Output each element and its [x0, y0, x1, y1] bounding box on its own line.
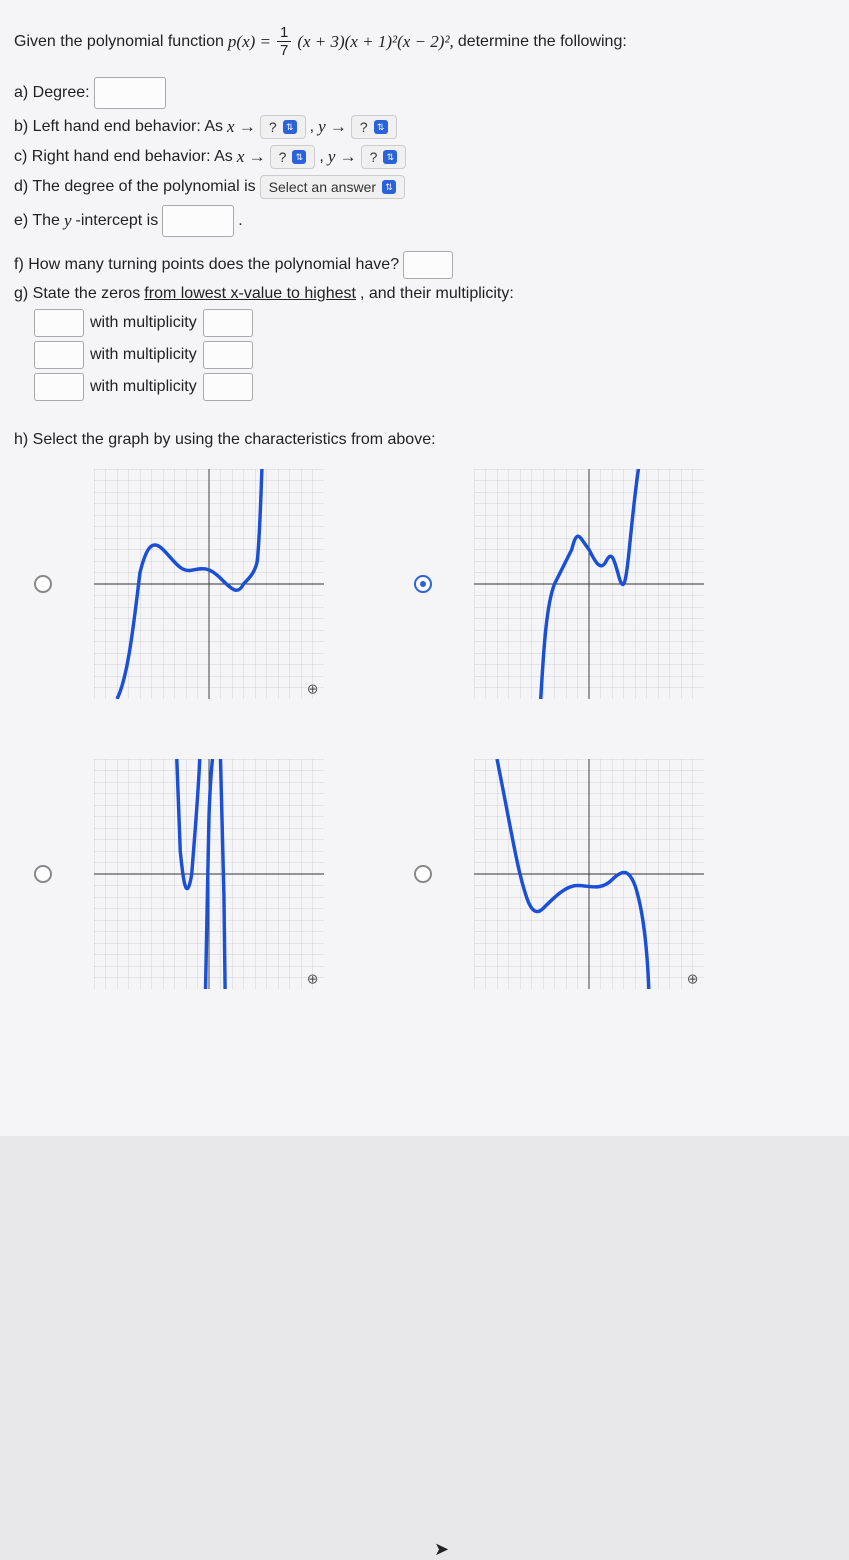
- degree-input[interactable]: [94, 77, 166, 109]
- graph-option-1[interactable]: ⊕: [34, 469, 354, 699]
- chevron-updown-icon: ⇅: [292, 150, 306, 164]
- mult-2-input[interactable]: [203, 341, 253, 369]
- svg-text:⊕: ⊕: [307, 681, 319, 696]
- c-x-select[interactable]: ? ⇅: [270, 145, 316, 169]
- chevron-updown-icon: ⇅: [383, 150, 397, 164]
- zero-row-3: with multiplicity: [34, 373, 835, 401]
- part-e: e) The y -intercept is .: [14, 205, 835, 237]
- part-d: d) The degree of the polynomial is Selec…: [14, 175, 835, 199]
- y-intercept-input[interactable]: [162, 205, 234, 237]
- radio-1[interactable]: [34, 575, 52, 593]
- chevron-updown-icon: ⇅: [382, 180, 396, 194]
- fraction: 1 7: [277, 24, 291, 59]
- part-f: f) How many turning points does the poly…: [14, 251, 835, 279]
- zero-1-input[interactable]: [34, 309, 84, 337]
- mult-1-input[interactable]: [203, 309, 253, 337]
- c-y-select[interactable]: ? ⇅: [361, 145, 407, 169]
- graph-1: ⊕: [64, 469, 354, 699]
- zero-row-2: with multiplicity: [34, 341, 835, 369]
- zero-2-input[interactable]: [34, 341, 84, 369]
- part-a: a) Degree:: [14, 77, 835, 109]
- b-x-select[interactable]: ? ⇅: [260, 115, 306, 139]
- d-select[interactable]: Select an answer ⇅: [260, 175, 405, 199]
- mult-3-input[interactable]: [203, 373, 253, 401]
- cursor-icon: ➤: [434, 1539, 449, 1560]
- graph-option-3[interactable]: ⊕: [34, 759, 354, 989]
- graph-option-4[interactable]: ⊕: [414, 759, 734, 989]
- radio-4[interactable]: [414, 865, 432, 883]
- zero-3-input[interactable]: [34, 373, 84, 401]
- graph-4: ⊕: [444, 759, 734, 989]
- svg-text:⊕: ⊕: [307, 971, 319, 986]
- intro-text: Given the polynomial function p(x) = 1 7…: [14, 24, 835, 59]
- radio-2[interactable]: [414, 575, 432, 593]
- svg-text:⊕: ⊕: [687, 971, 699, 986]
- part-g: g) State the zeros from lowest x-value t…: [14, 285, 835, 303]
- part-b: b) Left hand end behavior: As x → ? ⇅ , …: [14, 115, 835, 139]
- radio-3[interactable]: [34, 865, 52, 883]
- part-c: c) Right hand end behavior: As x → ? ⇅ ,…: [14, 145, 835, 169]
- b-y-select[interactable]: ? ⇅: [351, 115, 397, 139]
- zero-row-1: with multiplicity: [34, 309, 835, 337]
- chevron-updown-icon: ⇅: [283, 120, 297, 134]
- turning-points-input[interactable]: [403, 251, 453, 279]
- chevron-updown-icon: ⇅: [374, 120, 388, 134]
- graph-option-2[interactable]: [414, 469, 734, 699]
- part-h: h) Select the graph by using the charact…: [14, 431, 835, 449]
- graph-2: [444, 469, 734, 699]
- graph-3: ⊕: [64, 759, 354, 989]
